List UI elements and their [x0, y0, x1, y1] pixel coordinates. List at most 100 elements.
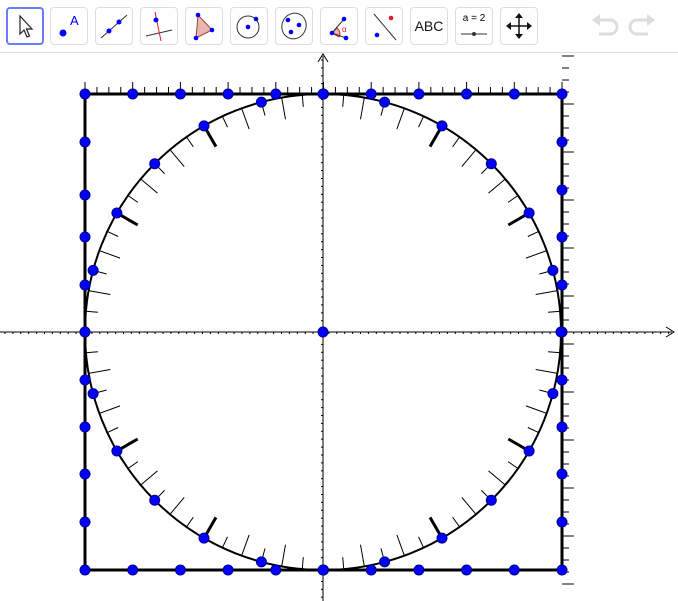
point[interactable] — [79, 136, 91, 148]
point[interactable] — [79, 421, 91, 433]
point[interactable] — [79, 189, 91, 201]
circle-tick — [535, 369, 558, 374]
point[interactable] — [379, 96, 391, 108]
point[interactable] — [317, 326, 329, 338]
point[interactable] — [556, 88, 568, 100]
point[interactable] — [87, 388, 99, 400]
circle-tick — [221, 116, 228, 128]
circle-tick — [169, 149, 185, 167]
point[interactable] — [270, 564, 282, 576]
point[interactable] — [222, 564, 234, 576]
circle-tick — [281, 544, 286, 567]
point[interactable] — [556, 516, 568, 528]
point[interactable] — [79, 279, 91, 291]
point[interactable] — [379, 556, 391, 568]
point[interactable] — [317, 88, 329, 100]
point[interactable] — [556, 468, 568, 480]
point[interactable] — [174, 88, 186, 100]
tool-conic[interactable] — [275, 7, 313, 45]
point[interactable] — [556, 421, 568, 433]
point[interactable] — [198, 532, 210, 544]
circle-tick — [127, 195, 139, 203]
circle-tick — [301, 557, 304, 570]
tool-circle[interactable] — [230, 7, 268, 45]
redo-icon[interactable] — [627, 12, 657, 40]
point[interactable] — [79, 88, 91, 100]
point[interactable] — [365, 88, 377, 100]
axes — [0, 53, 675, 601]
tool-slider[interactable]: a = 2 — [455, 7, 493, 45]
circle-tick — [360, 97, 365, 120]
point[interactable] — [413, 564, 425, 576]
point[interactable] — [79, 516, 91, 528]
tool-perpendicular[interactable] — [140, 7, 178, 45]
point[interactable] — [198, 120, 210, 132]
undo-icon[interactable] — [590, 12, 620, 40]
point[interactable] — [317, 564, 329, 576]
point[interactable] — [111, 445, 123, 457]
point[interactable] — [556, 184, 568, 196]
move-graphics-view-icon — [506, 13, 532, 39]
point[interactable] — [255, 96, 267, 108]
circle-tick — [525, 250, 547, 259]
point[interactable] — [485, 494, 497, 506]
point[interactable] — [556, 136, 568, 148]
point[interactable] — [523, 207, 535, 219]
circle-tick — [461, 497, 477, 515]
circle-tick — [488, 178, 506, 194]
circle-tick — [85, 351, 98, 354]
point[interactable] — [255, 556, 267, 568]
circle-tick — [548, 351, 561, 354]
point[interactable] — [365, 564, 377, 576]
circle-tick — [99, 405, 121, 414]
point[interactable] — [149, 494, 161, 506]
point[interactable] — [436, 532, 448, 544]
point[interactable] — [556, 231, 568, 243]
point[interactable] — [461, 564, 473, 576]
circle-tick — [452, 516, 460, 528]
circle-tick — [127, 461, 139, 469]
circle-tick — [186, 516, 194, 528]
point[interactable] — [523, 445, 535, 457]
tool-move-graphics[interactable] — [500, 7, 538, 45]
tool-point[interactable]: A — [50, 7, 88, 45]
point[interactable] — [79, 326, 91, 338]
point[interactable] — [547, 388, 559, 400]
point[interactable] — [485, 158, 497, 170]
point[interactable] — [556, 564, 568, 576]
tool-reflect[interactable] — [365, 7, 403, 45]
point[interactable] — [79, 564, 91, 576]
circle-tick — [452, 136, 460, 148]
point[interactable] — [127, 564, 139, 576]
point[interactable] — [270, 88, 282, 100]
point[interactable] — [87, 264, 99, 276]
point[interactable] — [79, 231, 91, 243]
point[interactable] — [174, 564, 186, 576]
point[interactable] — [413, 88, 425, 100]
tool-polygon[interactable] — [185, 7, 223, 45]
tool-move[interactable] — [6, 7, 44, 45]
circle-tick — [140, 178, 158, 194]
graphics-view[interactable] — [0, 53, 678, 601]
circle-tick — [360, 544, 365, 567]
move-arrow-icon — [19, 14, 34, 38]
point[interactable] — [127, 88, 139, 100]
point[interactable] — [461, 88, 473, 100]
point[interactable] — [436, 120, 448, 132]
point[interactable] — [222, 88, 234, 100]
point[interactable] — [556, 374, 568, 386]
point[interactable] — [556, 279, 568, 291]
point[interactable] — [508, 564, 520, 576]
point[interactable] — [111, 207, 123, 219]
point[interactable] — [547, 264, 559, 276]
circle-tick — [527, 230, 539, 237]
tool-angle[interactable]: α — [320, 7, 358, 45]
point[interactable] — [79, 374, 91, 386]
point[interactable] — [79, 468, 91, 480]
point[interactable] — [555, 326, 567, 338]
tool-text[interactable]: ABC — [410, 7, 448, 45]
point[interactable] — [508, 88, 520, 100]
circle-tick — [301, 94, 304, 107]
tool-line[interactable] — [95, 7, 133, 45]
point[interactable] — [149, 158, 161, 170]
